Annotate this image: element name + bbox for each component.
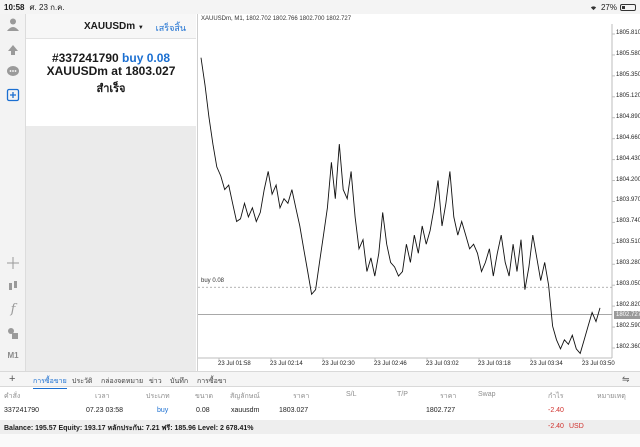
date: ศ. 23 ก.ค. (29, 2, 65, 12)
y-tick-label: 1803.510 (616, 239, 640, 246)
price-chart[interactable]: XAUUSDm, M1, 1802.702 1802.766 1802.700 … (197, 14, 640, 371)
bottom-area (0, 434, 640, 447)
panel-header: XAUUSDm ▼ เสร็จสิ้น (26, 14, 196, 39)
chart-canvas[interactable] (198, 14, 640, 371)
tab-journal[interactable]: บันทึก (170, 376, 188, 387)
col-tp: T/P (397, 391, 408, 398)
x-tick-label: 23 Jul 02:14 (270, 361, 303, 367)
y-tick-label: 1803.280 (616, 260, 640, 267)
chevron-down-icon: ▼ (137, 25, 144, 31)
y-tick-label: 1803.970 (616, 197, 640, 204)
buy-line-label: buy 0.08 (201, 278, 225, 285)
row-current-price: 1802.727 (426, 407, 456, 414)
y-tick-label: 1802.360 (616, 343, 640, 350)
objects-icon[interactable] (5, 325, 21, 341)
terminal-tabbar: + การซื้อขาย ประวัติ กล่องจดหมาย ข่าว บั… (0, 371, 640, 389)
layout-icon[interactable]: ⇋ (622, 374, 632, 384)
orders-table-header: คำสั่ง เวลา ประเภท ขนาด สัญลักษณ์ ราคา S… (0, 388, 640, 402)
panel-background (26, 126, 196, 371)
price-series-line (200, 57, 601, 355)
ticket-number: #337241790 (51, 51, 119, 65)
balance-text: Balance: 195.57 Equity: 193.17 หลักประกั… (4, 425, 254, 432)
timeframe-button[interactable]: M1 (5, 347, 21, 363)
y-tick-label: 1802.820 (616, 302, 640, 309)
person-icon[interactable] (5, 16, 21, 32)
col-swap: Swap (478, 391, 496, 398)
order-result-panel: XAUUSDm ▼ เสร็จสิ้น #337241790 buy 0.08 … (26, 14, 196, 126)
y-tick-label: 1804.660 (616, 134, 640, 141)
crosshair-icon[interactable] (5, 255, 21, 271)
col-type: ประเภท (146, 393, 170, 400)
col-volume: ขนาด (195, 393, 214, 400)
chat-icon[interactable] (5, 64, 21, 80)
col-profit: กำไร (548, 393, 564, 400)
col-comment: หมายเหตุ (597, 393, 626, 400)
x-tick-label: 23 Jul 01:58 (218, 361, 251, 367)
row-type: buy (157, 407, 169, 414)
row-order: 337241790 (4, 407, 40, 414)
battery-icon (620, 3, 636, 11)
y-tick-label: 1805.350 (616, 71, 640, 78)
row-volume: 0.08 (196, 407, 210, 414)
y-tick-label: 1805.810 (616, 30, 640, 36)
x-tick-label: 23 Jul 02:30 (322, 361, 355, 367)
row-price: 1803.027 (279, 407, 309, 414)
tool-sidebar: f M1 (0, 14, 26, 371)
trade-arrows-icon[interactable] (5, 41, 21, 57)
y-tick-label: 1803.740 (616, 218, 640, 225)
new-order-icon[interactable] (5, 87, 21, 103)
col-symbol: สัญลักษณ์ (230, 393, 260, 400)
symbol-selector[interactable]: XAUUSDm ▼ (84, 21, 144, 32)
col-order: คำสั่ง (4, 393, 21, 400)
y-tick-label: 1804.200 (616, 176, 640, 183)
x-tick-label: 23 Jul 03:18 (478, 361, 511, 367)
order-direction: buy 0.08 (122, 51, 171, 65)
done-button[interactable]: เสร็จสิ้น (156, 21, 186, 35)
y-tick-label: 1805.120 (616, 92, 640, 99)
y-tick-label: 1804.430 (616, 155, 640, 162)
tab-history[interactable]: ประวัติ (72, 376, 92, 387)
row-symbol: xauusdm (231, 407, 260, 414)
tab-mailbox[interactable]: กล่องจดหมาย (101, 376, 143, 387)
tab-trading[interactable]: การซื้อขา (197, 376, 227, 387)
x-tick-label: 23 Jul 03:02 (426, 361, 459, 367)
add-icon[interactable]: + (9, 373, 15, 385)
wifi-icon (590, 5, 597, 10)
total-profit: -2.40 (548, 423, 564, 430)
col-sl: S/L (346, 391, 357, 398)
tab-news[interactable]: ข่าว (149, 376, 162, 387)
table-row[interactable]: 337241790 07.23 03:58 buy 0.08 xauusdm 1… (0, 404, 640, 418)
y-tick-label: 1803.050 (616, 281, 640, 288)
y-tick-label: 1804.890 (616, 113, 640, 120)
order-price: 1803.027 (125, 64, 176, 78)
indicator-icon[interactable] (5, 278, 21, 294)
x-tick-label: 23 Jul 03:34 (530, 361, 563, 367)
status-bar: 10:58 ศ. 23 ก.ค. 27% (0, 0, 640, 14)
y-tick-label: 1802.590 (616, 323, 640, 330)
col-price: ราคา (293, 393, 310, 400)
col-time: เวลา (95, 393, 110, 400)
row-profit: -2.40 (548, 407, 564, 414)
current-price-tag: 1802.727 (614, 310, 640, 319)
clock: 10:58 (4, 2, 25, 12)
x-tick-label: 23 Jul 02:46 (374, 361, 407, 367)
x-tick-label: 23 Jul 03:50 (582, 361, 615, 367)
currency: USD (569, 423, 584, 430)
order-status: สำเร็จ (96, 83, 126, 95)
balance-bar: Balance: 195.57 Equity: 193.17 หลักประกั… (0, 420, 640, 434)
col-current-price: ราคา (440, 393, 457, 400)
order-symbol-at: XAUUSDm at (46, 64, 122, 78)
order-summary: #337241790 buy 0.08 XAUUSDm at 1803.027 (26, 52, 196, 78)
function-icon[interactable]: f (5, 301, 21, 317)
battery-percent: 27% (600, 2, 617, 12)
y-tick-label: 1805.580 (616, 50, 640, 57)
row-time: 07.23 03:58 (86, 407, 123, 414)
